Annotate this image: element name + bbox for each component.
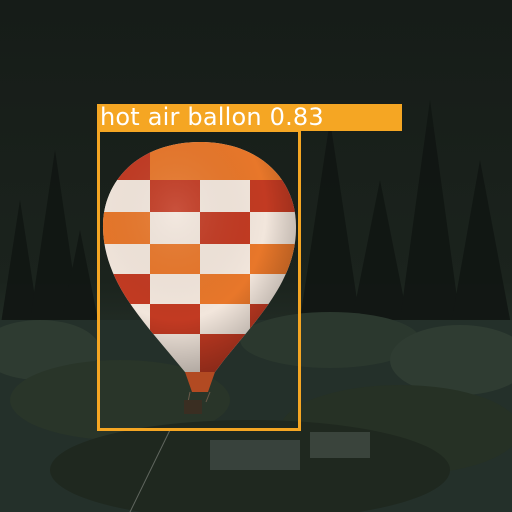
detection-bounding-box [97, 129, 301, 431]
detection-label: hot air ballon 0.83 [97, 104, 402, 131]
